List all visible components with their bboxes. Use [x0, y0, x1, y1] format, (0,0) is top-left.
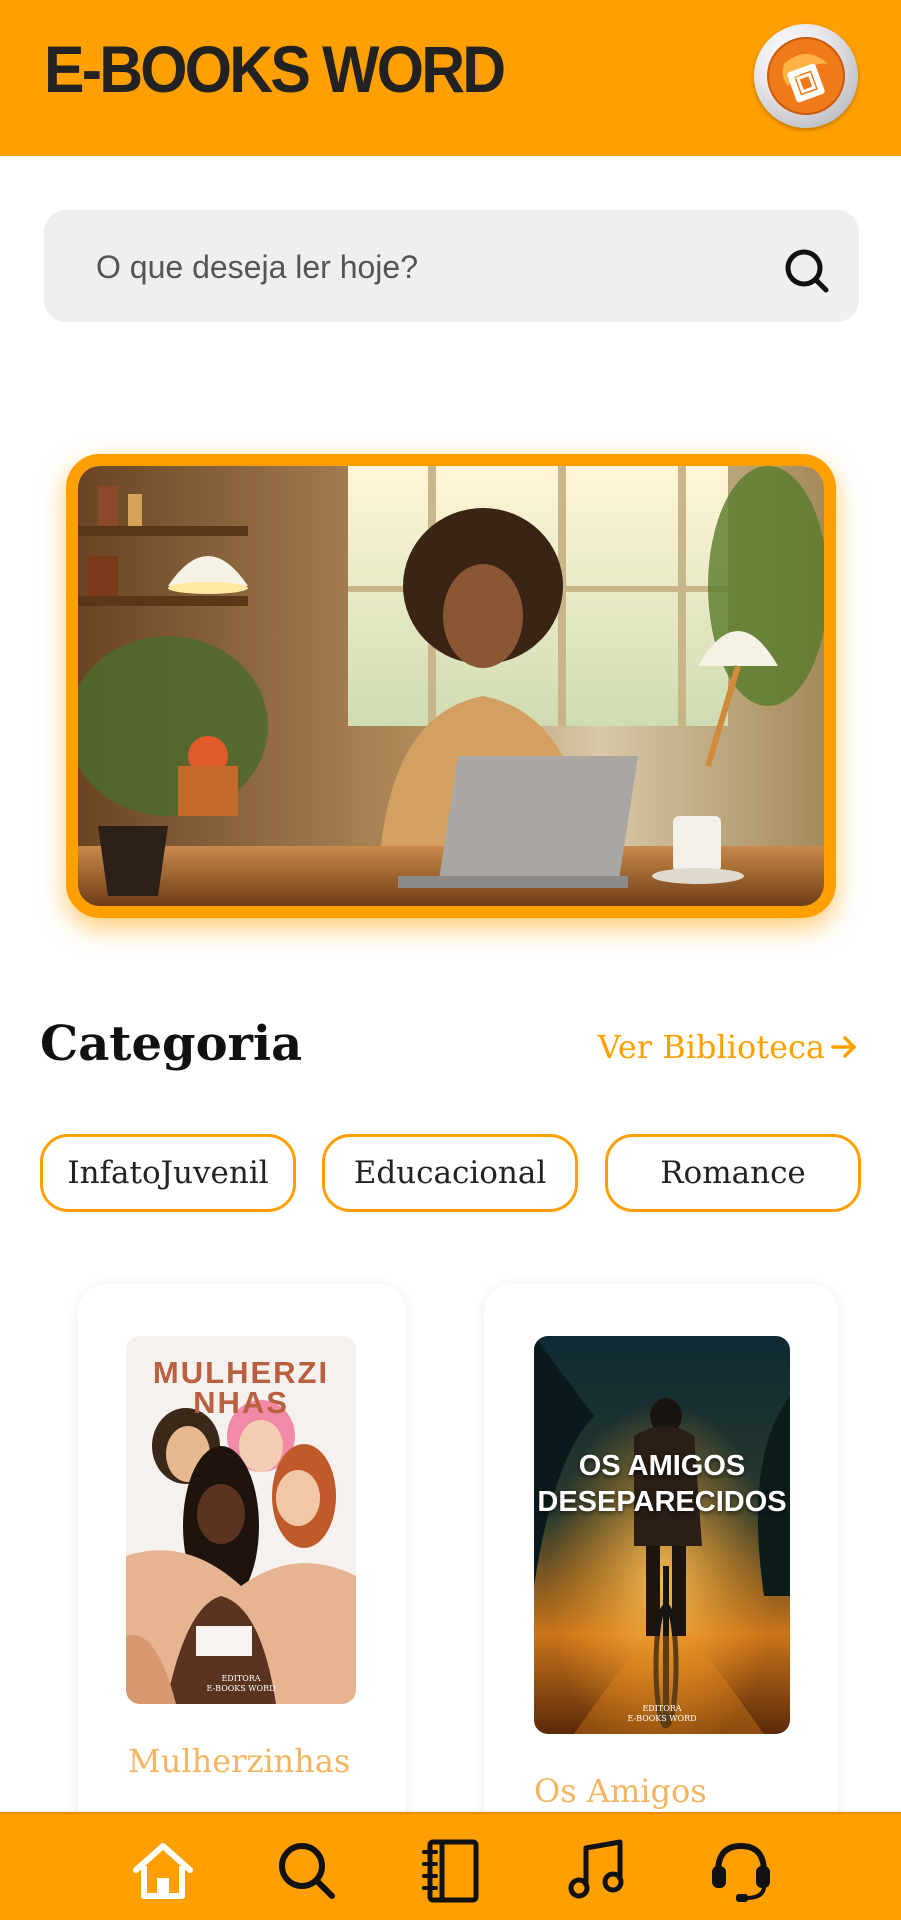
hero-banner[interactable]	[66, 454, 836, 918]
brand-title: E-BOOKS WORD	[44, 32, 506, 106]
book-card[interactable]: MULHERZI NHAS EDITORA E-BOOKS WORD Mulhe…	[78, 1284, 406, 1844]
woman-reading-on-laptop-photo	[78, 466, 824, 906]
search-bar[interactable]	[44, 210, 859, 322]
book-title[interactable]: Os Amigos	[534, 1772, 707, 1810]
cover-title: OS AMIGOS DESEPARECIDOS	[534, 1448, 790, 1520]
home-icon[interactable]	[128, 1836, 198, 1906]
ver-biblioteca-label: Ver Biblioteca	[597, 1028, 825, 1066]
globe-logo-icon[interactable]	[754, 24, 858, 128]
cover-title: MULHERZI NHAS	[126, 1355, 356, 1420]
library-book-icon[interactable]	[416, 1836, 486, 1906]
cover-title-line-2: DESEPARECIDOS	[537, 1486, 787, 1518]
book-title[interactable]: Mulherzinhas	[128, 1742, 350, 1780]
ver-biblioteca-link[interactable]: Ver Biblioteca	[598, 1028, 859, 1066]
cover-publisher: EDITORA E-BOOKS WORD	[126, 1674, 356, 1694]
cover-title-line-1: OS AMIGOS	[578, 1450, 746, 1482]
cover-title-line-2: NHAS	[193, 1385, 289, 1420]
headset-support-icon[interactable]	[706, 1836, 776, 1906]
music-note-icon[interactable]	[564, 1836, 634, 1906]
cover-publisher-name: E-BOOKS WORD	[627, 1714, 697, 1723]
cover-editora-label: EDITORA	[221, 1674, 261, 1683]
book-cover-art	[534, 1336, 790, 1734]
arrow-right-icon	[831, 1036, 856, 1058]
bottom-navigation	[0, 1812, 901, 1920]
cover-editora-label: EDITORA	[642, 1704, 682, 1713]
cover-title-line-1: MULHERZI	[152, 1355, 330, 1390]
chip-educacional[interactable]: Educacional	[322, 1134, 578, 1212]
search-icon[interactable]	[780, 244, 834, 298]
search-input[interactable]	[94, 240, 694, 294]
app-header: E-BOOKS WORD	[0, 0, 901, 156]
chip-infatojuvenil[interactable]: InfatoJuvenil	[40, 1134, 296, 1212]
book-cover[interactable]: OS AMIGOS DESEPARECIDOS EDITORA E-BOOKS …	[534, 1336, 790, 1734]
cover-publisher-name: E-BOOKS WORD	[206, 1684, 276, 1693]
book-cover[interactable]: MULHERZI NHAS EDITORA E-BOOKS WORD	[126, 1336, 356, 1704]
chip-romance[interactable]: Romance	[605, 1134, 861, 1212]
cover-publisher: EDITORA E-BOOKS WORD	[534, 1704, 790, 1724]
book-card[interactable]: OS AMIGOS DESEPARECIDOS EDITORA E-BOOKS …	[484, 1284, 838, 1844]
category-title: Categoria	[40, 1016, 303, 1072]
search-icon[interactable]	[272, 1836, 342, 1906]
